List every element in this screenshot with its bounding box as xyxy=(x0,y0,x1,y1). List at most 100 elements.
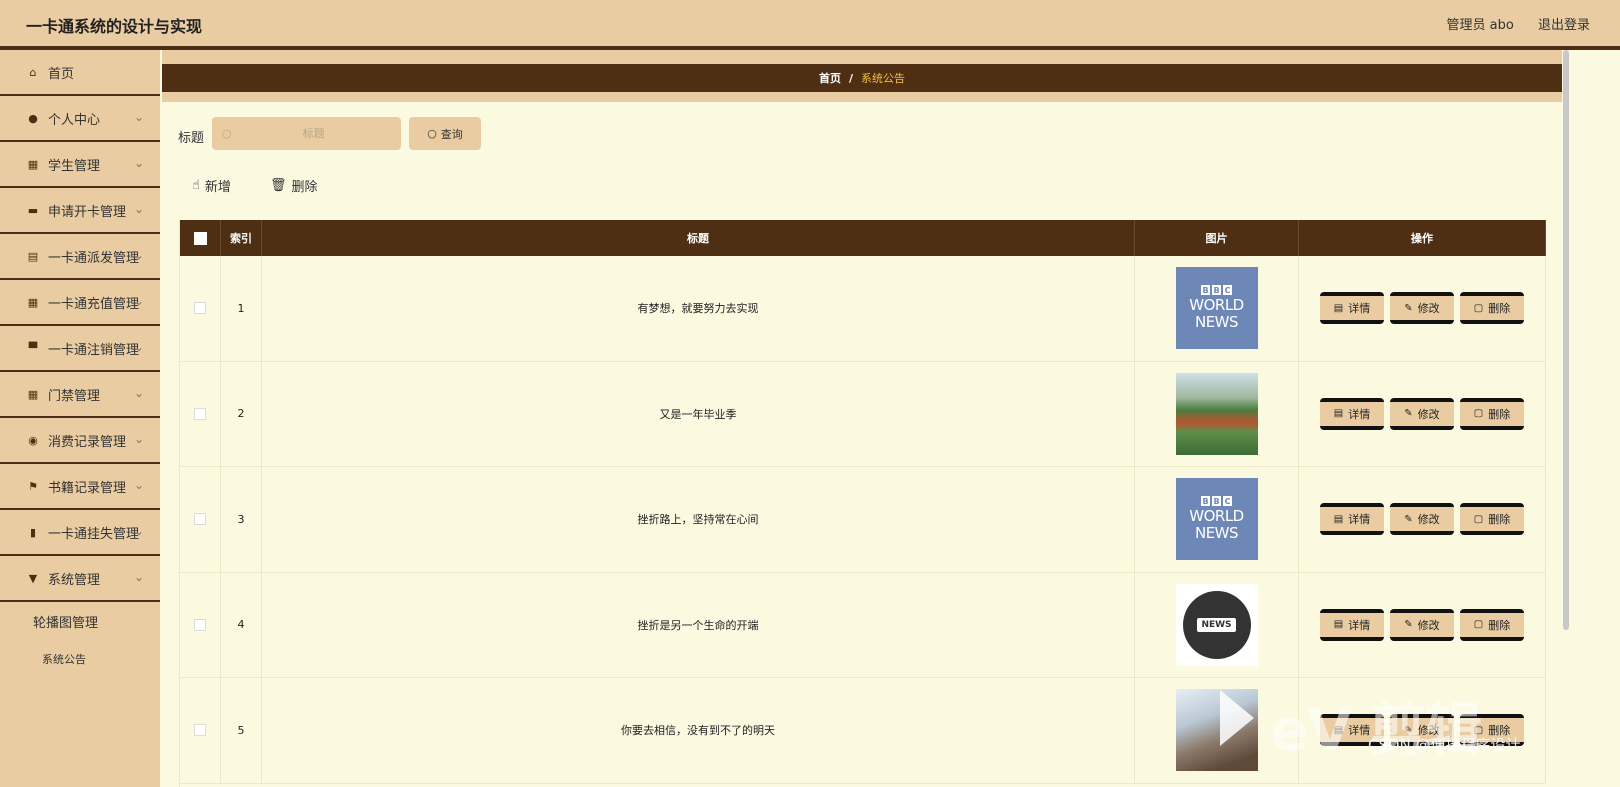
chevron-down-icon: ⌄ xyxy=(133,570,144,584)
add-button[interactable]: ☝ 新增 xyxy=(192,176,231,195)
search-icon: ○ xyxy=(222,127,232,140)
sidebar-item-label: 系统管理 xyxy=(48,572,101,588)
document-icon: ▤ xyxy=(1333,513,1344,525)
row-title: 有梦想，就要努力去实现 xyxy=(262,256,1135,361)
watermark-text: CSDN @便捷程序设计 xyxy=(1368,736,1521,754)
chevron-down-icon: ⌄ xyxy=(133,156,144,170)
sidebar-item-card-recharge[interactable]: ▦ 一卡通充值管理 ⌄ xyxy=(0,280,160,326)
table-row: 2 又是一年毕业季 ▤ 详情 ✎ 修改 ▢ 删除 xyxy=(180,361,1546,467)
chevron-down-icon: ⌄ xyxy=(133,340,144,354)
row-checkbox[interactable] xyxy=(194,302,206,315)
bar-chart-icon: ▮ xyxy=(29,525,37,539)
sidebar-item-access-control[interactable]: ▦ 门禁管理 ⌄ xyxy=(0,372,160,418)
top-bar: 一卡通系统的设计与实现 管理员 abo 退出登录 xyxy=(0,0,1620,50)
breadcrumb-home[interactable]: 首页 xyxy=(819,70,841,86)
pin-icon: ◉ xyxy=(28,433,38,447)
row-title: 挫折路上，坚持常在心间 xyxy=(262,467,1135,572)
batch-delete-label: 删除 xyxy=(291,180,318,195)
play-icon xyxy=(1220,690,1254,746)
table-header: 索引 标题 图片 操作 xyxy=(180,220,1546,256)
delete-button[interactable]: ▢ 删除 xyxy=(1460,503,1524,536)
chevron-down-icon: ⌄ xyxy=(133,248,144,262)
bbc-world-news-image: BBC WORLD NEWS xyxy=(1175,478,1258,561)
sidebar-item-home[interactable]: ⌂ 首页 xyxy=(0,50,160,96)
sign-icon: ▼ xyxy=(28,571,38,585)
search-icon: ○ xyxy=(427,127,437,140)
delete-button[interactable]: ▢ 删除 xyxy=(1460,397,1524,430)
row-index: 5 xyxy=(221,678,262,783)
sidebar-item-label: 一卡通派发管理 xyxy=(48,250,140,266)
user-icon: ● xyxy=(28,111,38,125)
table-row: 3 挫折路上，坚持常在心间 BBC WORLD NEWS ▤ 详情 ✎ 修改 ▢ 删除 xyxy=(180,467,1546,573)
grid-icon: ▦ xyxy=(27,387,39,401)
grid-icon: ▦ xyxy=(27,157,39,171)
sidebar-subitem-carousel[interactable]: 轮播图管理 xyxy=(0,602,160,640)
pencil-icon: ✎ xyxy=(1404,302,1413,314)
row-title: 你要去相信，没有到不了的明天 xyxy=(262,678,1135,783)
sidebar-item-card-cancel[interactable]: ▀ 一卡通注销管理 ⌄ xyxy=(0,326,160,372)
delete-button[interactable]: ▢ 删除 xyxy=(1460,292,1524,325)
bbc-world-news-image: BBC WORLD NEWS xyxy=(1175,267,1258,350)
grid-icon: ▦ xyxy=(27,295,39,309)
row-index: 3 xyxy=(221,467,262,572)
row-index: 1 xyxy=(221,256,262,361)
header-image: 图片 xyxy=(1135,220,1299,256)
edit-button[interactable]: ✎ 修改 xyxy=(1390,503,1454,536)
logout-link[interactable]: 退出登录 xyxy=(1538,18,1590,33)
detail-button[interactable]: ▤ 详情 xyxy=(1320,608,1384,641)
header-index: 索引 xyxy=(221,220,262,256)
document-icon: ▤ xyxy=(1333,619,1344,631)
select-all-checkbox[interactable] xyxy=(193,231,207,245)
chart-icon: ▤ xyxy=(27,249,39,263)
detail-button[interactable]: ▤ 详情 xyxy=(1320,292,1384,325)
sidebar-item-card-loss[interactable]: ▮ 一卡通挂失管理 ⌄ xyxy=(0,510,160,556)
chevron-down-icon: ⌄ xyxy=(133,202,144,216)
edit-button[interactable]: ✎ 修改 xyxy=(1390,608,1454,641)
news-globe-image: NEWS xyxy=(1175,583,1258,666)
header-select-all[interactable] xyxy=(180,220,221,256)
batch-delete-button[interactable]: 🗑︎ 删除 xyxy=(270,176,318,195)
card-icon: ▬ xyxy=(27,203,39,217)
sidebar-item-label: 门禁管理 xyxy=(48,388,101,404)
pointer-hand-icon: ☝ xyxy=(192,178,200,193)
breadcrumb: 首页 / 系统公告 xyxy=(162,64,1562,92)
detail-button[interactable]: ▤ 详情 xyxy=(1320,397,1384,430)
user-name: 管理员 abo xyxy=(1446,18,1514,33)
edit-button[interactable]: ✎ 修改 xyxy=(1390,397,1454,430)
edit-button[interactable]: ✎ 修改 xyxy=(1390,292,1454,325)
sidebar-item-personal-center[interactable]: ● 个人中心 ⌄ xyxy=(0,96,160,142)
sidebar-item-label: 一卡通充值管理 xyxy=(48,296,140,312)
sidebar-item-books[interactable]: ⚑ 书籍记录管理 ⌄ xyxy=(0,464,160,510)
sidebar-item-students[interactable]: ▦ 学生管理 ⌄ xyxy=(0,142,160,188)
search-button[interactable]: ○ 查询 xyxy=(409,117,481,150)
breadcrumb-separator: / xyxy=(848,71,854,85)
row-checkbox[interactable] xyxy=(194,724,206,737)
vertical-scrollbar[interactable] xyxy=(1562,50,1570,787)
trash-icon: ▢ xyxy=(1473,302,1484,314)
scrollbar-thumb[interactable] xyxy=(1563,50,1569,630)
pencil-icon: ✎ xyxy=(1404,513,1413,525)
sidebar-item-label: 申请开卡管理 xyxy=(48,204,127,220)
row-checkbox[interactable] xyxy=(194,618,206,631)
delete-button[interactable]: ▢ 删除 xyxy=(1460,608,1524,641)
document-icon: ▤ xyxy=(1333,302,1344,314)
sidebar-item-label: 个人中心 xyxy=(48,112,101,128)
trash-icon: ▢ xyxy=(1473,408,1484,420)
sidebar-item-label: 消费记录管理 xyxy=(48,434,127,450)
search-input[interactable] xyxy=(231,126,396,141)
sidebar-item-consumption[interactable]: ◉ 消费记录管理 ⌄ xyxy=(0,418,160,464)
sidebar-item-card-dispatch[interactable]: ▤ 一卡通派发管理 ⌄ xyxy=(0,234,160,280)
trash-icon: 🗑︎ xyxy=(270,178,287,193)
monitor-icon: ▀ xyxy=(28,341,38,355)
row-checkbox[interactable] xyxy=(194,407,206,420)
document-icon: ▤ xyxy=(1333,408,1344,420)
row-checkbox[interactable] xyxy=(194,513,206,526)
sidebar-item-system[interactable]: ▼ 系统管理 ⌄ xyxy=(0,556,160,602)
chevron-down-icon: ⌄ xyxy=(133,294,144,308)
search-field[interactable]: ○ xyxy=(212,117,401,150)
header-ops: 操作 xyxy=(1299,220,1546,256)
detail-button[interactable]: ▤ 详情 xyxy=(1320,503,1384,536)
sidebar-item-card-apply[interactable]: ▬ 申请开卡管理 ⌄ xyxy=(0,188,160,234)
sidebar-subitem-announcement[interactable]: 系统公告 xyxy=(0,640,160,678)
sidebar: ⌂ 首页 ● 个人中心 ⌄ ▦ 学生管理 ⌄ ▬ 申请开卡管理 ⌄ ▤ 一卡通派… xyxy=(0,50,160,787)
